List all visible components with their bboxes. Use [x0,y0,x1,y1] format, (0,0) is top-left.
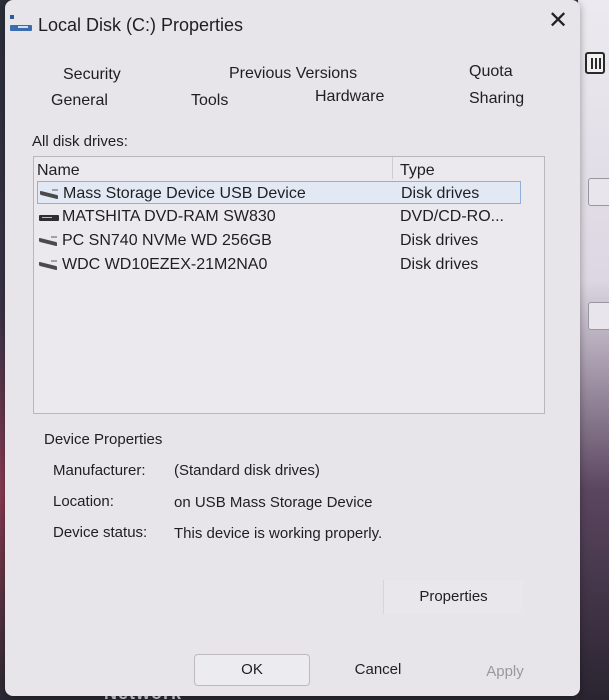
drive-type: Disk drives [400,232,479,249]
device-status-label: Device status: [53,524,148,541]
properties-dialog: Local Disk (C:) Properties ✕ Security Pr… [5,0,580,696]
drive-type: Disk drives [401,185,480,202]
drive-type: DVD/CD-RO... [400,208,504,225]
manufacturer-label: Manufacturer: [53,462,146,479]
manufacturer-value: (Standard disk drives) [174,462,320,479]
tab-general[interactable]: General [51,92,108,110]
tab-previous-versions[interactable]: Previous Versions [229,65,357,83]
drive-name: MATSHITA DVD-RAM SW830 [62,208,276,225]
apply-button[interactable]: Apply [445,656,565,688]
window-title: Local Disk (C:) Properties [38,15,244,35]
cancel-button[interactable]: Cancel [317,654,439,686]
ok-button[interactable]: OK [194,654,310,686]
desktop-background-strip [578,0,609,700]
location-label: Location: [53,493,114,510]
background-window-edge [588,302,609,330]
background-window-edge [588,178,609,206]
location-value: on USB Mass Storage Device [174,494,373,511]
tab-tools[interactable]: Tools [191,92,228,110]
device-status-value: This device is working properly. [174,525,383,542]
list-item[interactable]: Mass Storage Device USB Device Disk driv… [37,181,521,204]
list-item[interactable]: MATSHITA DVD-RAM SW830 DVD/CD-RO... [37,205,521,228]
disk-drive-list[interactable]: Name Type Mass Storage Device USB Device… [33,156,545,414]
list-item[interactable]: PC SN740 NVMe WD 256GB Disk drives [37,229,521,252]
tab-sharing[interactable]: Sharing [469,90,524,108]
tab-quota[interactable]: Quota [469,63,513,81]
column-header-name[interactable]: Name [37,162,80,180]
tab-security[interactable]: Security [63,66,121,84]
disk-drive-icon [39,236,59,246]
list-item[interactable]: WDC WD10EZEX-21M2NA0 Disk drives [37,253,521,276]
list-header: Name Type [34,157,544,179]
tab-hardware[interactable]: Hardware [315,88,384,106]
column-divider[interactable] [392,157,393,179]
recycle-bin-icon[interactable] [585,52,605,74]
dvd-drive-icon [39,214,59,222]
disk-drive-icon [39,260,59,270]
all-disk-drives-label: All disk drives: [32,133,128,150]
column-header-type[interactable]: Type [400,162,435,180]
device-properties-heading: Device Properties [44,431,163,448]
drive-type: Disk drives [400,256,479,273]
drive-name: WDC WD10EZEX-21M2NA0 [62,256,268,273]
close-icon[interactable]: ✕ [538,4,578,38]
drive-name: Mass Storage Device USB Device [63,185,306,202]
drive-icon [10,13,32,33]
drive-name: PC SN740 NVMe WD 256GB [62,232,272,249]
properties-button[interactable]: Properties [383,580,523,614]
disk-drive-icon [40,189,60,199]
